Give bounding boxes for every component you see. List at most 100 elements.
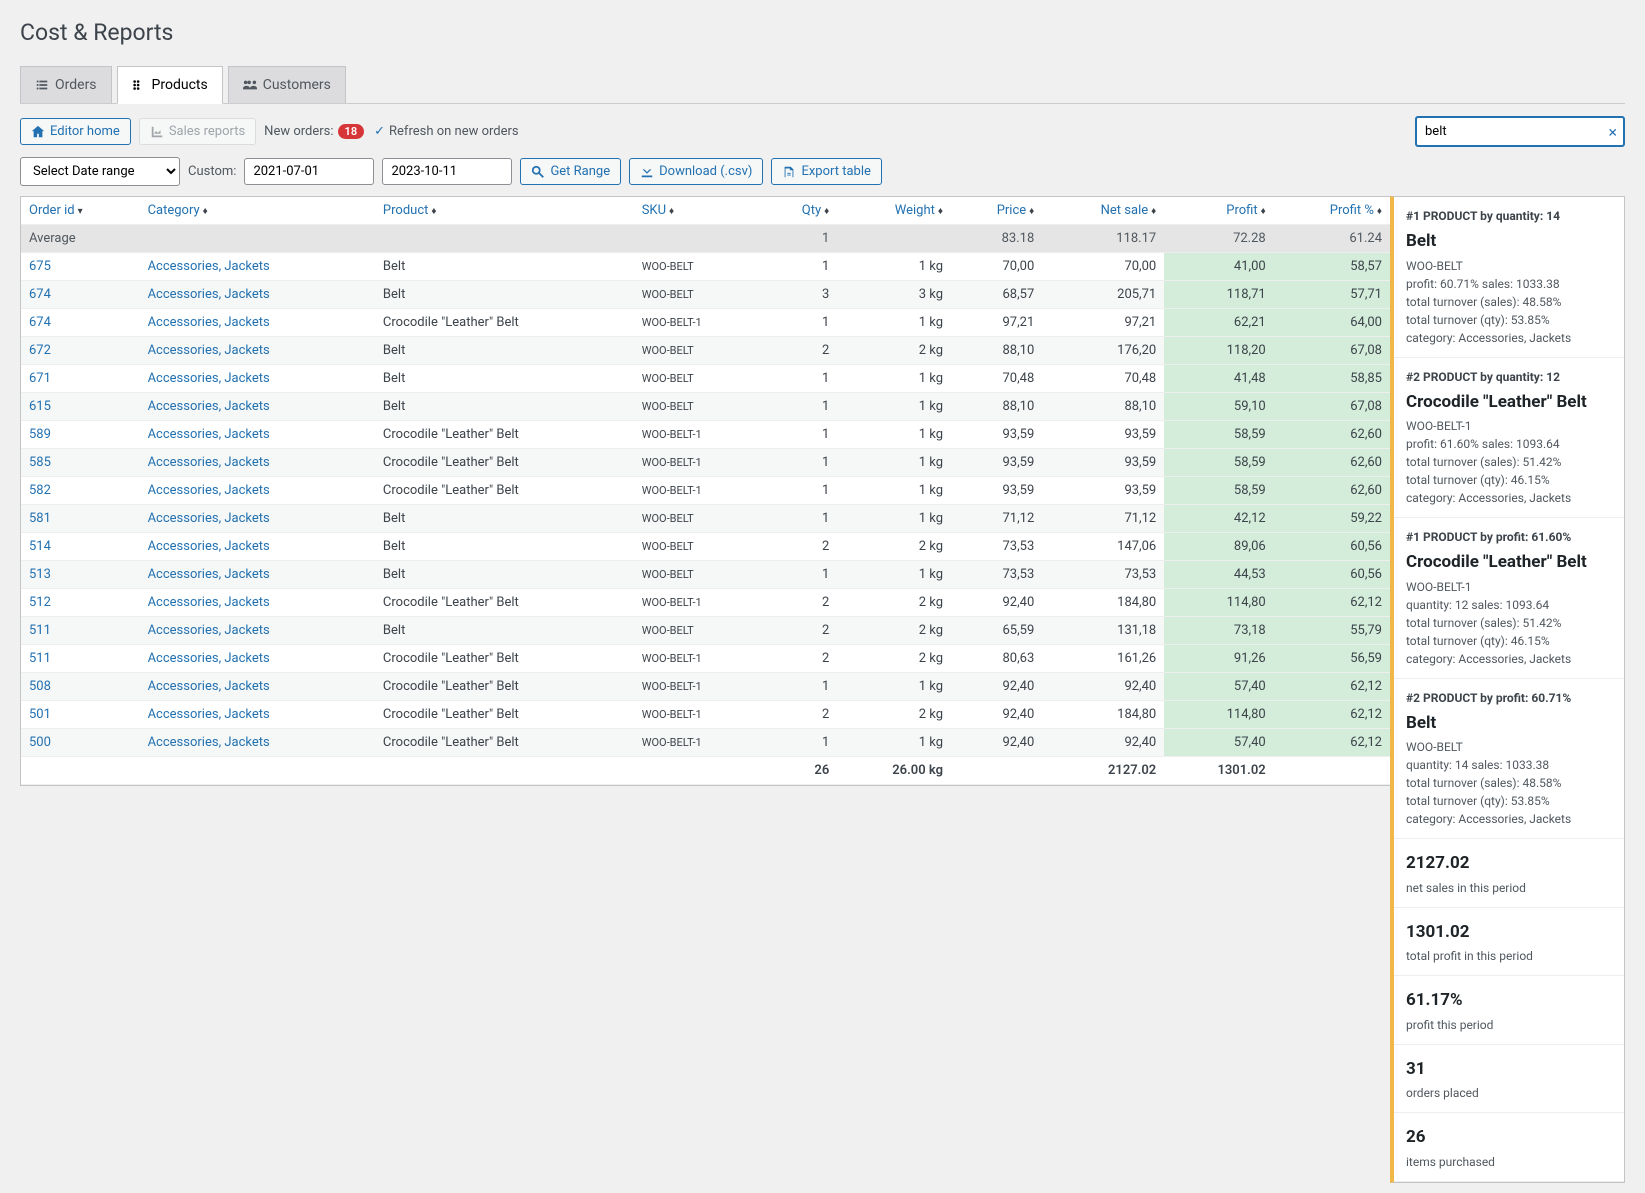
category-link[interactable]: Accessories, Jackets [140, 309, 375, 337]
col-qty[interactable]: Qty♦ [763, 197, 837, 225]
sku-value: WOO-BELT [634, 365, 764, 393]
profit-value: 73,18 [1164, 617, 1273, 645]
weight-value: 1 kg [837, 505, 951, 533]
totals-row: 26 26.00 kg 2127.02 1301.02 [21, 757, 1390, 785]
profit-pct-value: 58,57 [1274, 253, 1390, 281]
date-range-select[interactable]: Select Date range [20, 157, 180, 186]
summary-items: 26 items purchased [1394, 1113, 1624, 1182]
category-link[interactable]: Accessories, Jackets [140, 589, 375, 617]
category-link[interactable]: Accessories, Jackets [140, 505, 375, 533]
clear-search-icon[interactable]: × [1608, 122, 1617, 141]
col-product[interactable]: Product♦ [375, 197, 634, 225]
order-id-link[interactable]: 511 [21, 645, 140, 673]
table-row: 585Accessories, JacketsCrocodile "Leathe… [21, 449, 1390, 477]
search-input[interactable] [1415, 116, 1625, 147]
order-id-link[interactable]: 512 [21, 589, 140, 617]
tab-label: Products [152, 77, 208, 93]
refresh-toggle[interactable]: ✓ Refresh on new orders [372, 124, 519, 139]
editor-home-button[interactable]: Editor home [20, 118, 131, 145]
get-range-button[interactable]: Get Range [520, 158, 621, 185]
net-value: 184,80 [1042, 589, 1164, 617]
weight-value: 1 kg [837, 393, 951, 421]
price-value: 97,21 [951, 309, 1042, 337]
summary-product-1-profit: #1 PRODUCT by profit: 61.60% Crocodile "… [1394, 518, 1624, 679]
col-net[interactable]: Net sale♦ [1042, 197, 1164, 225]
tab-customers[interactable]: Customers [228, 66, 346, 103]
category-link[interactable]: Accessories, Jackets [140, 617, 375, 645]
category-link[interactable]: Accessories, Jackets [140, 449, 375, 477]
category-link[interactable]: Accessories, Jackets [140, 421, 375, 449]
category-link[interactable]: Accessories, Jackets [140, 477, 375, 505]
order-id-link[interactable]: 615 [21, 393, 140, 421]
col-sku[interactable]: SKU♦ [634, 197, 764, 225]
export-table-button[interactable]: Export table [771, 158, 881, 185]
order-id-link[interactable]: 501 [21, 701, 140, 729]
col-price[interactable]: Price♦ [951, 197, 1042, 225]
profit-value: 114,80 [1164, 589, 1273, 617]
table-row: 512Accessories, JacketsCrocodile "Leathe… [21, 589, 1390, 617]
button-label: Export table [801, 164, 870, 179]
order-id-link[interactable]: 508 [21, 673, 140, 701]
order-id-link[interactable]: 514 [21, 533, 140, 561]
new-orders-badge: 18 [338, 124, 365, 139]
category-link[interactable]: Accessories, Jackets [140, 561, 375, 589]
col-order-id[interactable]: Order id▾ [21, 197, 140, 225]
button-label: Sales reports [169, 124, 245, 139]
sort-icon: ♦ [203, 206, 208, 217]
sku-value: WOO-BELT [634, 253, 764, 281]
order-id-link[interactable]: 582 [21, 477, 140, 505]
qty-value: 1 [763, 505, 837, 533]
order-id-link[interactable]: 513 [21, 561, 140, 589]
order-id-link[interactable]: 585 [21, 449, 140, 477]
category-link[interactable]: Accessories, Jackets [140, 645, 375, 673]
category-link[interactable]: Accessories, Jackets [140, 253, 375, 281]
order-id-link[interactable]: 500 [21, 729, 140, 757]
col-weight[interactable]: Weight♦ [837, 197, 951, 225]
category-link[interactable]: Accessories, Jackets [140, 393, 375, 421]
order-id-link[interactable]: 511 [21, 617, 140, 645]
price-value: 93,59 [951, 477, 1042, 505]
col-profit-pct[interactable]: Profit %♦ [1274, 197, 1390, 225]
category-link[interactable]: Accessories, Jackets [140, 729, 375, 757]
sort-icon: ♦ [431, 206, 436, 217]
download-csv-button[interactable]: Download (.csv) [629, 158, 763, 185]
category-link[interactable]: Accessories, Jackets [140, 281, 375, 309]
net-value: 70,00 [1042, 253, 1164, 281]
product-name: Crocodile "Leather" Belt [375, 729, 634, 757]
category-link[interactable]: Accessories, Jackets [140, 673, 375, 701]
sku-value: WOO-BELT-1 [634, 589, 764, 617]
tab-products[interactable]: Products [117, 66, 223, 104]
weight-value: 1 kg [837, 421, 951, 449]
product-name: Crocodile "Leather" Belt [375, 449, 634, 477]
order-id-link[interactable]: 672 [21, 337, 140, 365]
net-value: 147,06 [1042, 533, 1164, 561]
sku-value: WOO-BELT [634, 561, 764, 589]
sales-reports-button[interactable]: Sales reports [139, 118, 256, 145]
col-profit[interactable]: Profit♦ [1164, 197, 1273, 225]
check-icon: ✓ [374, 124, 385, 139]
net-value: 71,12 [1042, 505, 1164, 533]
order-id-link[interactable]: 674 [21, 281, 140, 309]
tab-orders[interactable]: Orders [20, 66, 112, 103]
category-link[interactable]: Accessories, Jackets [140, 337, 375, 365]
order-id-link[interactable]: 674 [21, 309, 140, 337]
profit-value: 89,06 [1164, 533, 1273, 561]
table-row: 513Accessories, JacketsBeltWOO-BELT11 kg… [21, 561, 1390, 589]
category-link[interactable]: Accessories, Jackets [140, 365, 375, 393]
order-id-link[interactable]: 671 [21, 365, 140, 393]
order-id-link[interactable]: 581 [21, 505, 140, 533]
col-category[interactable]: Category♦ [140, 197, 375, 225]
date-to-input[interactable] [382, 158, 512, 185]
category-link[interactable]: Accessories, Jackets [140, 701, 375, 729]
profit-value: 58,59 [1164, 421, 1273, 449]
category-link[interactable]: Accessories, Jackets [140, 533, 375, 561]
product-name: Belt [375, 393, 634, 421]
weight-value: 1 kg [837, 253, 951, 281]
table-row: 511Accessories, JacketsCrocodile "Leathe… [21, 645, 1390, 673]
order-id-link[interactable]: 589 [21, 421, 140, 449]
weight-value: 2 kg [837, 533, 951, 561]
order-id-link[interactable]: 675 [21, 253, 140, 281]
sort-icon: ♦ [1377, 206, 1382, 217]
date-from-input[interactable] [244, 158, 374, 185]
table-row: 675Accessories, JacketsBeltWOO-BELT11 kg… [21, 253, 1390, 281]
